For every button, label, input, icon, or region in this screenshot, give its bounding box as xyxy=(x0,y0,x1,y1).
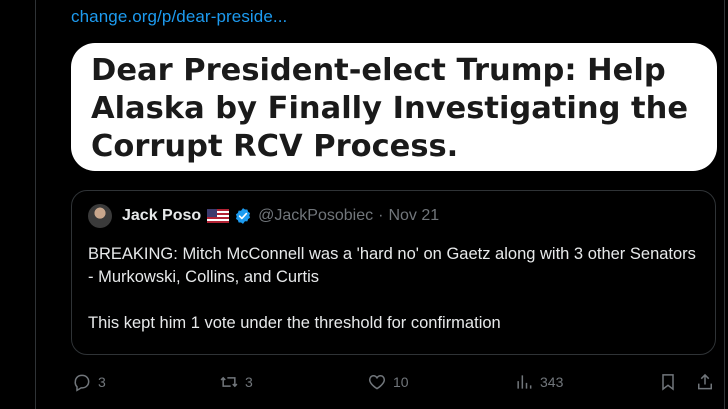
quoted-post[interactable]: Jack Poso @JackPosobiec · Nov 21 BREAKIN… xyxy=(71,190,716,355)
repost-button[interactable]: 3 xyxy=(219,372,253,392)
us-flag-icon xyxy=(207,209,230,223)
like-button[interactable]: 10 xyxy=(367,372,409,392)
author-handle[interactable]: @JackPosobiec xyxy=(258,207,373,225)
verified-icon xyxy=(236,208,251,224)
bookmark-icon xyxy=(662,374,674,391)
repost-icon xyxy=(220,376,238,388)
views-icon xyxy=(517,375,532,389)
reply-count: 3 xyxy=(98,374,106,390)
timeline-right-border xyxy=(724,0,725,409)
quoted-paragraph-2: This kept him 1 vote under the threshold… xyxy=(88,314,501,332)
share-icon xyxy=(698,373,712,390)
quoted-post-header: Jack Poso @JackPosobiec · Nov 21 xyxy=(88,203,439,229)
action-bar: 3 3 10 343 xyxy=(0,372,728,398)
link-preview-url[interactable]: change.org/p/dear-preside... xyxy=(71,7,287,27)
bookmark-button[interactable] xyxy=(658,372,678,392)
quoted-post-text: BREAKING: Mitch McConnell was a 'hard no… xyxy=(88,243,698,335)
views-count: 343 xyxy=(540,374,564,390)
post-date[interactable]: Nov 21 xyxy=(388,207,439,225)
quoted-paragraph-1: BREAKING: Mitch McConnell was a 'hard no… xyxy=(88,245,696,286)
views-button[interactable]: 343 xyxy=(514,372,563,392)
like-icon xyxy=(368,374,386,390)
share-button[interactable] xyxy=(695,372,715,392)
avatar[interactable] xyxy=(88,204,112,228)
author-name[interactable]: Jack Poso xyxy=(122,207,201,225)
repost-count: 3 xyxy=(245,374,253,390)
like-count: 10 xyxy=(393,374,409,390)
timeline-left-border xyxy=(35,0,36,409)
reply-icon xyxy=(74,374,90,392)
separator-dot: · xyxy=(378,207,384,224)
reply-button[interactable]: 3 xyxy=(72,372,106,392)
link-card-title[interactable]: Dear President-elect Trump: Help Alaska … xyxy=(71,43,717,171)
